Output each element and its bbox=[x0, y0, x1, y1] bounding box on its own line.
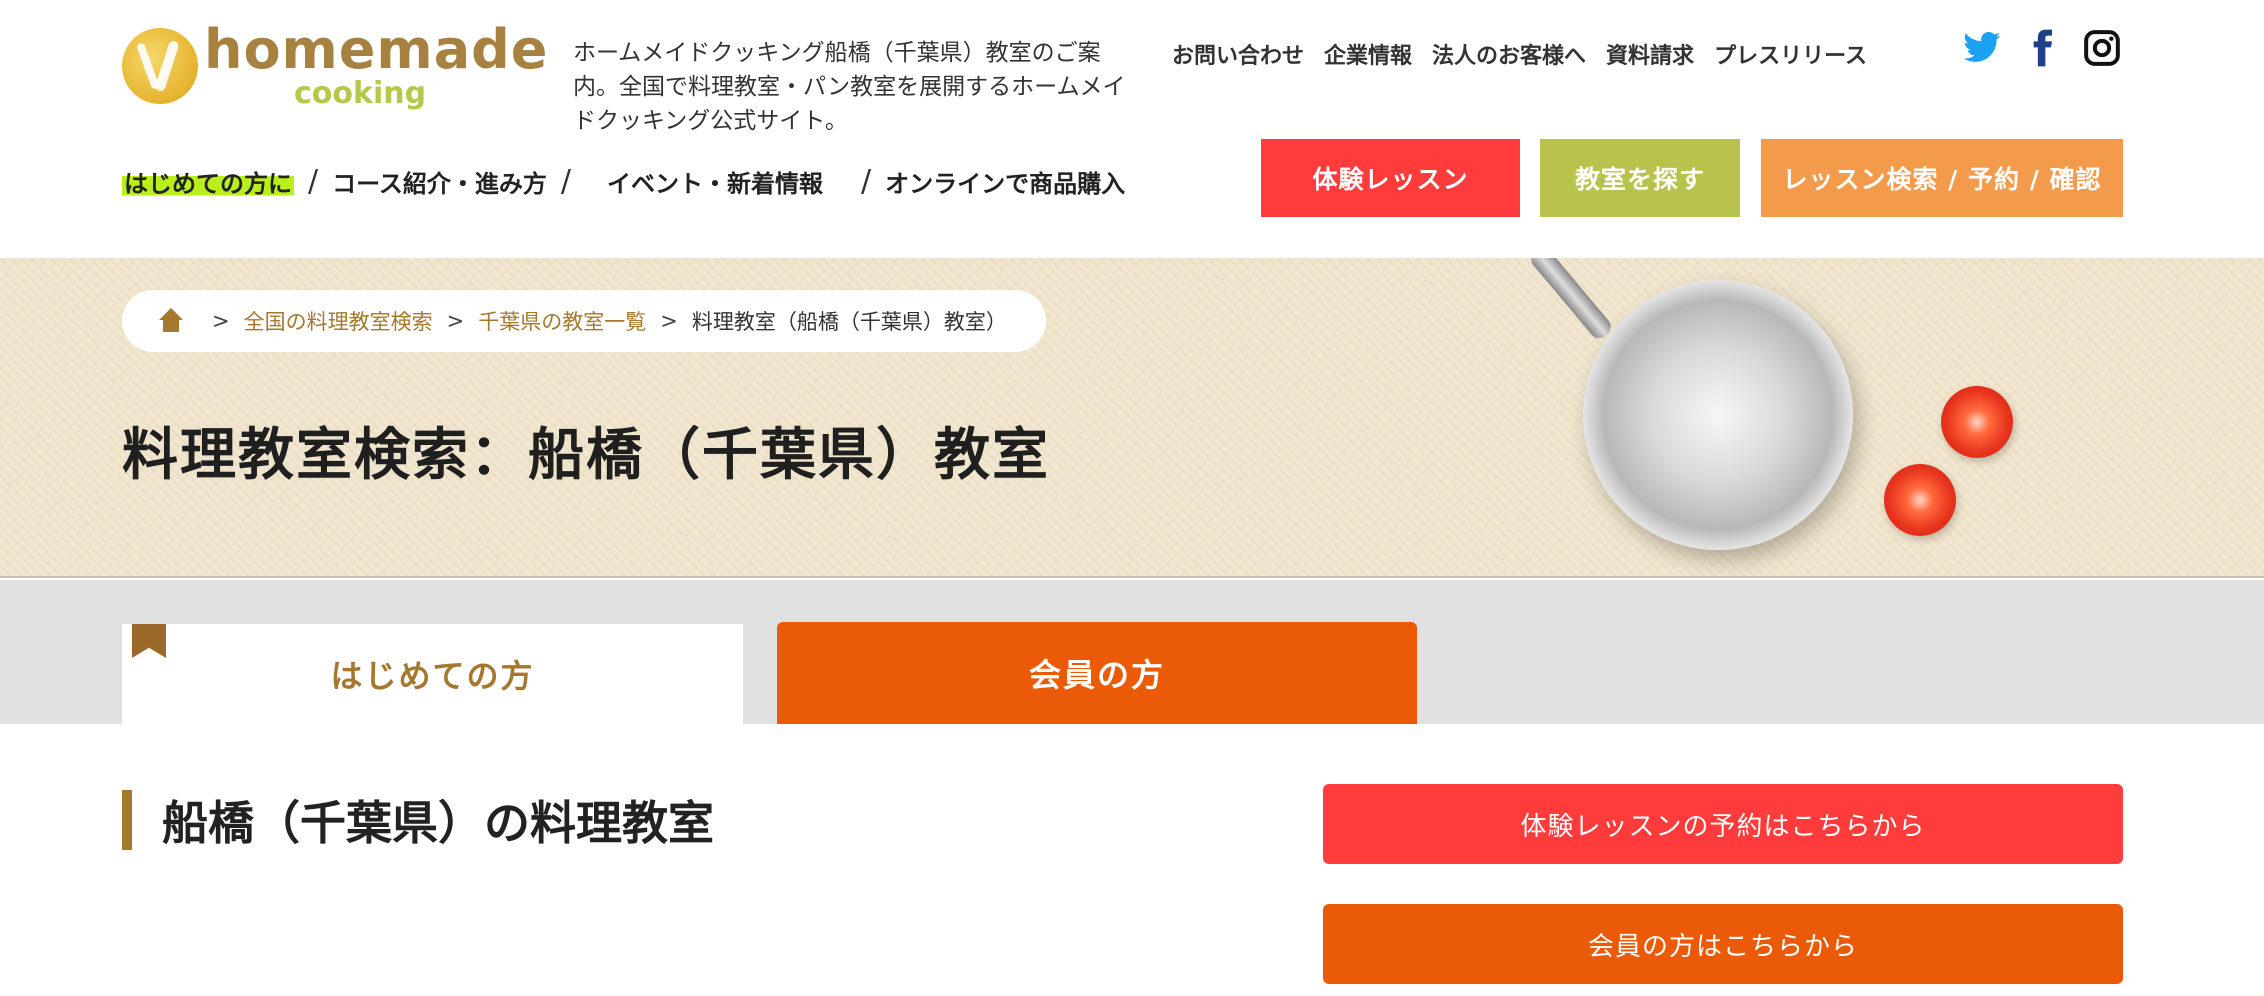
breadcrumb-current: 料理教室（船橋（千葉県）教室） bbox=[691, 310, 1007, 334]
breadcrumb: > 全国の料理教室検索 > 千葉県の教室一覧 > 料理教室（船橋（千葉県）教室） bbox=[122, 290, 1046, 352]
nav-separator: / bbox=[861, 164, 872, 199]
page-title: 料理教室検索：船橋（千葉県）教室 bbox=[122, 423, 1050, 488]
site-logo[interactable]: homemade cooking bbox=[122, 20, 547, 112]
company-info-link[interactable]: 企業情報 bbox=[1324, 38, 1412, 70]
site-header: homemade cooking ホームメイドクッキング船橋（千葉県）教室のご案… bbox=[0, 0, 2264, 258]
request-materials-link[interactable]: 資料請求 bbox=[1606, 38, 1694, 70]
bookmark-icon bbox=[132, 624, 166, 658]
instagram-icon[interactable] bbox=[2082, 28, 2122, 68]
hero-banner: > 全国の料理教室検索 > 千葉県の教室一覧 > 料理教室（船橋（千葉県）教室）… bbox=[0, 258, 2264, 578]
nav-separator: / bbox=[308, 164, 319, 199]
breadcrumb-national-search[interactable]: 全国の料理教室検索 bbox=[244, 306, 433, 336]
breadcrumb-chiba-list[interactable]: 千葉県の教室一覧 bbox=[478, 306, 646, 336]
section-title: 船橋（千葉県）の料理教室 bbox=[122, 790, 714, 850]
lesson-search-button[interactable]: レッスン検索 / 予約 / 確認 bbox=[1761, 139, 2123, 217]
logo-main-text: homemade bbox=[204, 18, 549, 81]
tab-first-time[interactable]: はじめての方 bbox=[122, 624, 743, 724]
nav-courses[interactable]: コース紹介・進み方 bbox=[332, 164, 547, 199]
logo-emblem-icon bbox=[122, 28, 198, 104]
utility-links: お問い合わせ 企業情報 法人のお客様へ 資料請求 プレスリリース bbox=[1172, 38, 1867, 70]
site-description: ホームメイドクッキング船橋（千葉県）教室のご案内。全国で料理教室・パン教室を展開… bbox=[573, 40, 1126, 134]
press-release-link[interactable]: プレスリリース bbox=[1714, 38, 1867, 70]
main-nav: はじめての方に / コース紹介・進み方 / イベント・新着情報 / オンラインで… bbox=[122, 164, 1125, 199]
home-icon[interactable] bbox=[156, 308, 186, 334]
audience-tabs: はじめての方 会員の方 bbox=[0, 580, 2264, 724]
tomato-slice-image bbox=[1941, 386, 2013, 458]
nav-online-shop[interactable]: オンラインで商品購入 bbox=[885, 164, 1125, 199]
tab-first-time-label: はじめての方 bbox=[330, 657, 535, 695]
facebook-icon[interactable] bbox=[2022, 28, 2062, 68]
nav-events-news[interactable]: イベント・新着情報 bbox=[607, 164, 823, 199]
social-links bbox=[1962, 28, 2122, 68]
member-login-button[interactable]: 会員の方はこちらから bbox=[1323, 904, 2123, 984]
breadcrumb-separator: > bbox=[446, 309, 465, 333]
tab-member[interactable]: 会員の方 bbox=[777, 622, 1417, 724]
breadcrumb-separator: > bbox=[660, 309, 678, 333]
frying-pan-handle-image bbox=[1527, 258, 1615, 343]
corporate-customers-link[interactable]: 法人のお客様へ bbox=[1432, 38, 1586, 70]
trial-lesson-button[interactable]: 体験レッスン bbox=[1261, 139, 1520, 217]
logo-sub-text: cooking bbox=[294, 76, 427, 111]
find-classroom-button[interactable]: 教室を探す bbox=[1540, 139, 1740, 217]
contact-link[interactable]: お問い合わせ bbox=[1172, 38, 1304, 70]
nav-separator: / bbox=[560, 164, 572, 199]
trial-reservation-button[interactable]: 体験レッスンの予約はこちらから bbox=[1323, 784, 2123, 864]
tomato-slice-image bbox=[1884, 464, 1956, 536]
frying-pan-image bbox=[1583, 280, 1853, 550]
nav-first-time[interactable]: はじめての方に bbox=[122, 164, 294, 199]
logo-text: homemade cooking bbox=[204, 23, 548, 109]
breadcrumb-separator: > bbox=[212, 309, 230, 333]
twitter-icon[interactable] bbox=[1962, 28, 2002, 68]
tab-member-label: 会員の方 bbox=[1028, 656, 1165, 694]
